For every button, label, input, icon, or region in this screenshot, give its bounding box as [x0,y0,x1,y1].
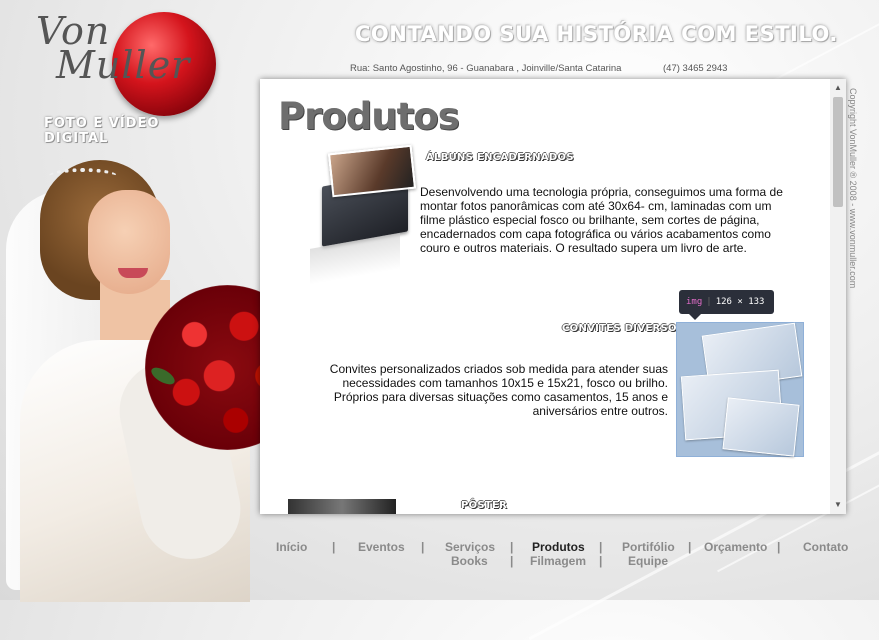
page-title: Produtos [278,95,460,138]
content-panel[interactable]: Produtos ÁLBUNS ENCADERNADOS Desenvolven… [260,79,846,514]
logo-script-line2: Muller [56,43,191,87]
nav-equipe[interactable]: Equipe [628,554,668,568]
nav-separator: | [688,540,692,554]
scrollbar-thumb[interactable] [833,97,843,207]
nav-separator: | [510,540,514,554]
invitation-card [722,397,800,457]
section-heading-poster: PÔSTER [461,500,508,511]
section-heading-albuns: ÁLBUNS ENCADERNADOS [426,152,574,163]
phone-number: (47) 3465 2943 [663,63,728,74]
nav-filmagem[interactable]: Filmagem [530,554,586,568]
nav-separator: | [599,540,603,554]
logo-subtitle: FOTO E VÍDEO DIGITAL [44,116,160,146]
scrollbar[interactable]: ▲ ▼ [830,79,846,514]
poster-image [288,499,396,514]
nav-books[interactable]: Books [451,554,488,568]
scroll-up-arrow-icon[interactable]: ▲ [834,84,842,92]
section-heading-convites: CONVITES DIVERSOS [562,323,685,334]
bride-photo [0,150,313,602]
nav-orcamento[interactable]: Orçamento [704,540,767,554]
nav-separator: | [332,540,336,554]
tiara [48,168,118,186]
logo-script: Von Muller [36,12,191,87]
album-image [290,144,417,285]
nav-separator: | [599,554,603,568]
devtools-img-tooltip: img | 126 × 133 [679,290,774,320]
nav-produtos[interactable]: Produtos [532,540,585,554]
nav-separator: | [777,540,781,554]
logo[interactable]: Von Muller FOTO E VÍDEO DIGITAL [30,8,220,146]
tooltip-divider: | [706,297,712,307]
face [88,190,170,294]
section-text-convites: Convites personalizados criados sob medi… [329,362,668,418]
address: Rua: Santo Agostinho, 96 - Guanabara , J… [350,63,622,74]
section-text-albuns: Desenvolvendo uma tecnologia própria, co… [420,185,783,255]
copyright-vertical: Copyright VonMuller ® 2008 - www.vonmull… [848,88,858,289]
nav-portifolio[interactable]: Portifólio [622,540,675,554]
nav-separator: | [421,540,425,554]
nav-contato[interactable]: Contato [803,540,848,554]
album-photo [327,144,417,198]
invitation-image [676,322,804,457]
nav-separator: | [510,554,514,568]
nav-eventos[interactable]: Eventos [358,540,405,554]
tooltip-size: 126 × 133 [715,297,765,307]
nav-servicos[interactable]: Serviços [445,540,495,554]
tooltip-tag: img [686,297,703,307]
tagline: CONTANDO SUA HISTÓRIA COM ESTILO. [355,22,838,46]
scroll-down-arrow-icon[interactable]: ▼ [834,501,842,509]
nav-inicio[interactable]: Início [276,540,307,554]
